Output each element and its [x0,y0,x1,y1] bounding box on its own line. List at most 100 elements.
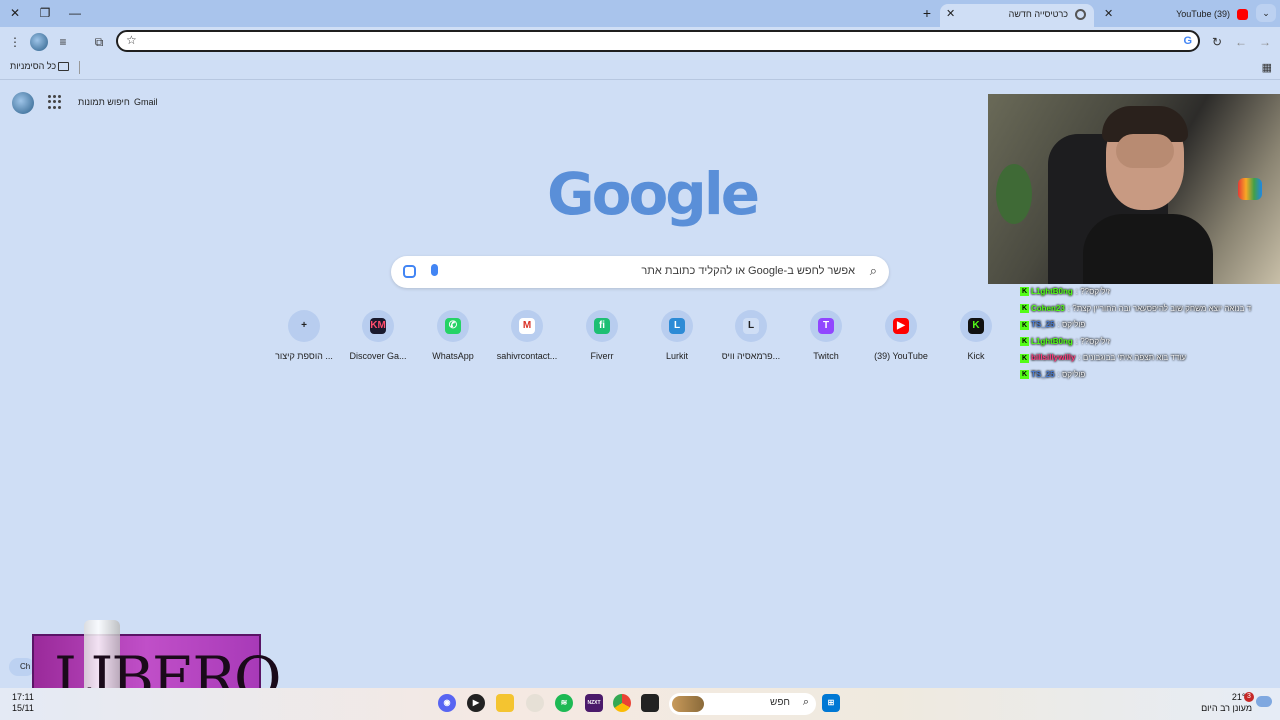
all-bookmarks-label[interactable]: כל הסימניות [10,61,56,71]
gmail-link[interactable]: Gmail [134,97,158,107]
shortcut-label: פרמאסיה וויס... [721,351,781,361]
cloud-icon [1256,696,1272,707]
chat-text: : עודד בוא תצפה איתי בבוגבונים [1078,353,1187,363]
shortcut-label: Kick [967,351,985,361]
stream-chat-overlay: K L1ghtB0ng: ??זיליקס K Cohen23: ?ד בנואה י… [1020,284,1280,384]
chat-username: TS_25 [1031,369,1055,379]
shortcut-tile[interactable]: T Twitch [791,310,861,370]
system-clock[interactable]: 17:11 15/11 [12,692,34,714]
tab-search-chevron-icon[interactable]: ⌄ [1256,4,1276,22]
microphone-icon[interactable] [431,264,438,276]
shortcut-tile[interactable]: K Kick [941,310,1011,370]
notification-badge: 3 [1244,692,1254,702]
windows-start-icon[interactable]: ⊞ [822,694,840,712]
shortcut-tile[interactable]: + הוספת קיצור ... [269,310,339,370]
extensions-icon[interactable]: ⧉ [90,33,108,51]
tab-title: (39) YouTube [1176,9,1230,19]
bookmarks-bar: כל הסימניות ▦ [0,57,1280,80]
shortcut-glyph: + [296,318,312,334]
chat-message: K L1ghtB0ng: ??זיליקס [1020,284,1280,301]
divider [79,61,80,74]
shortcut-icon: M [511,310,543,342]
bookmark-star-icon[interactable]: ☆ [126,33,137,47]
plant-image [996,164,1032,224]
google-lens-icon[interactable]: G [1183,35,1192,47]
youtube-icon [1237,9,1248,20]
chat-username: billsillywilly [1031,353,1076,363]
kick-badge-icon: K [1020,303,1029,313]
shortcut-tile[interactable]: ▶ (39) YouTube [866,310,936,370]
kick-badge-icon: K [1020,287,1029,297]
weather-desc: מעונן רב היום [1201,703,1252,713]
streamer-hand-image [1116,134,1174,168]
file-explorer-icon[interactable] [496,694,514,712]
search-input[interactable]: אפשר לחפש ב-Google או להקליד כתובת אתר [641,265,855,277]
shortcut-glyph: KM [370,318,386,334]
webcam-overlay [988,94,1280,284]
google-apps-icon[interactable] [48,95,62,109]
profile-avatar[interactable] [30,33,48,51]
shortcut-tile[interactable]: KM Discover Ga... [343,310,413,370]
chat-username: L1ghtB0ng [1031,287,1073,296]
lens-icon[interactable] [403,265,416,278]
reload-icon[interactable]: ↻ [1208,33,1226,51]
terminal-icon[interactable] [641,694,659,712]
shortcut-icon: L [735,310,767,342]
account-avatar[interactable] [12,92,34,114]
windows-taskbar: 17:11 15/11 ◉ ▶ ≋ NZXT חפש ⌕ ⊞ 21°C מעונ… [0,688,1280,720]
nzxt-icon[interactable]: NZXT [585,694,603,712]
chat-message: K Cohen23: ?ד בנואה יוצא משחק שוב להיפסעא… [1020,301,1280,318]
tab-title: כרטיסייה חדשה [1008,9,1068,19]
shortcut-label: Discover Ga... [349,351,407,361]
shortcut-icon: fi [586,310,618,342]
chat-text: : ??זיליקס [1075,336,1111,346]
kick-badge-icon: K [1020,370,1029,380]
close-window-icon[interactable]: ✕ [4,4,26,22]
shortcut-glyph: T [818,318,834,334]
apps-grid-icon[interactable]: ▦ [1262,61,1272,74]
clock-date: 15/11 [12,703,34,713]
spotify-icon[interactable]: ≋ [555,694,573,712]
media-player-icon[interactable]: ▶ [467,694,485,712]
menu-kebab-icon[interactable]: ⋮ [6,33,24,51]
shortcut-tile[interactable]: Msahivrcontact... [492,310,562,370]
google-logo: Google [547,160,760,228]
restore-window-icon[interactable]: ❐ [34,4,56,22]
shortcut-icon: ▶ [885,310,917,342]
address-bar[interactable]: ☆ G [116,30,1200,52]
minimize-window-icon[interactable]: — [64,4,86,22]
taskbar-search[interactable]: חפש ⌕ [669,693,816,715]
chrome-taskbar-icon[interactable] [613,694,631,712]
shortcut-icon: L [661,310,693,342]
close-tab-icon[interactable]: ✕ [946,4,955,24]
shortcut-glyph: M [519,318,535,334]
shortcut-tile[interactable]: L פרמאסיה וויס... [716,310,786,370]
shortcut-glyph: L [669,318,685,334]
forward-icon[interactable]: ← [1232,33,1250,51]
search-box[interactable]: אפשר לחפש ב-Google או להקליד כתובת אתר ⌕ [391,256,889,288]
shortcut-label: Fiverr [590,351,614,361]
taskbar-search-label: חפש [770,697,790,708]
tab-new-tab[interactable]: ✕ כרטיסייה חדשה [940,4,1094,27]
shortcut-label: (39) YouTube [874,351,928,361]
shortcut-tile[interactable]: L Lurkit [642,310,712,370]
reading-list-icon[interactable]: ≡ [54,33,72,51]
chat-message: K TS_25: פוליקס [1020,317,1280,334]
shortcut-glyph: ✆ [445,318,461,334]
shortcut-icon: T [810,310,842,342]
clock-time: 17:11 [12,692,34,702]
discord-icon[interactable]: ◉ [438,694,456,712]
search-highlight-image [672,696,704,712]
back-icon[interactable]: → [1256,33,1274,51]
tab-youtube[interactable]: ✕ (39) YouTube [1098,4,1256,27]
chat-username: TS_25 [1031,320,1055,330]
new-tab-button[interactable]: + [920,5,934,21]
images-link[interactable]: חיפוש תמונות [78,97,130,107]
app-icon[interactable] [526,694,544,712]
shortcut-icon: KM [362,310,394,342]
shortcut-tile[interactable]: ✆ WhatsApp [418,310,488,370]
close-tab-icon[interactable]: ✕ [1104,4,1113,24]
toolbar: ⋮ ≡ ⧉ ☆ G ↻ ← → [0,27,1280,57]
shortcut-tile[interactable]: fi Fiverr [567,310,637,370]
chat-message: K TS_25: פוליקס [1020,367,1280,384]
